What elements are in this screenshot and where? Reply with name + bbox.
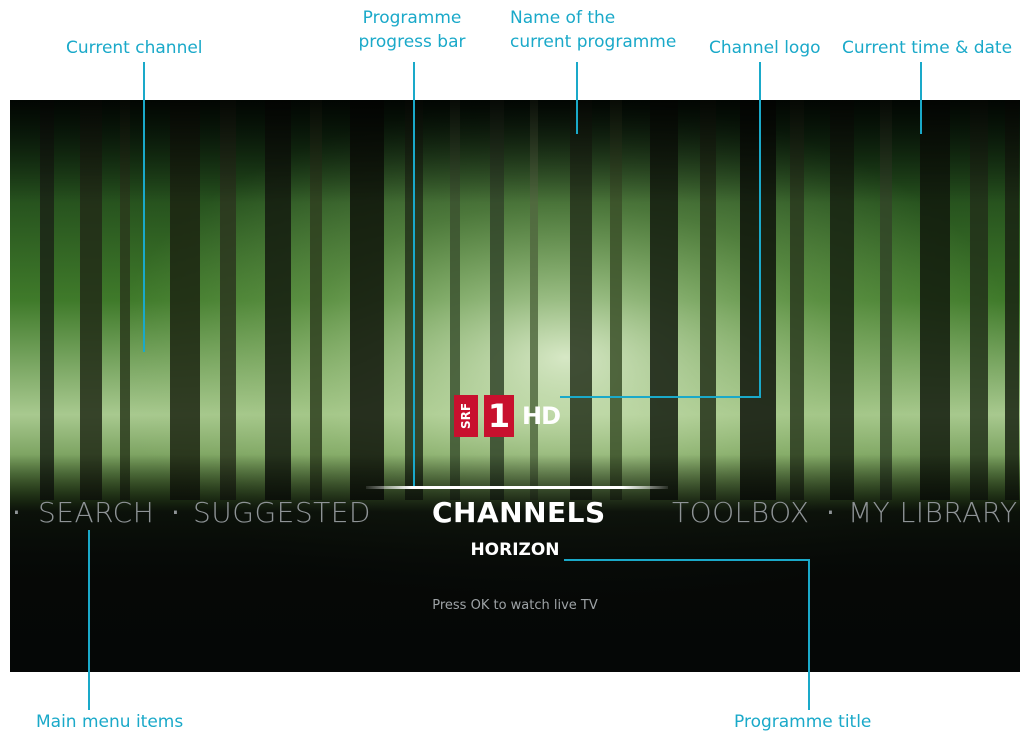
callout-programme-name: Name of the current programme [510,6,676,54]
callout-programme-name-line2: current programme [510,32,677,52]
programme-progress-bar [366,486,668,489]
callout-progress-bar: Programme progress bar [350,6,474,54]
leader-programme-title-v [808,559,810,710]
callout-progress-bar-line1: Programme [362,8,462,28]
callout-progress-bar-line2: progress bar [358,32,466,52]
srf-logo-block: SRF [454,395,478,437]
channel-logo: SRF 1 HD [454,393,561,439]
hd-logo: HD [522,402,561,430]
leader-current-channel [143,62,145,352]
callout-programme-name-line1: Name of the [510,8,616,28]
leader-time-date [920,62,922,134]
menu-item-toolbox[interactable]: TOOLBOX [672,494,810,532]
leader-programme-title-h [564,559,810,561]
callout-channel-logo: Channel logo [709,38,821,58]
leader-channel-logo-h [560,396,761,398]
callout-main-menu-items: Main menu items [36,712,184,732]
tv-screen: SRF 1 HD · SEARCH · SUGGESTED CHANNELS T… [10,100,1020,672]
menu-separator: · [826,496,835,529]
programme-title: HORIZON [470,540,560,560]
callout-current-channel: Current channel [66,38,203,58]
watch-live-hint: Press OK to watch live TV [432,598,598,613]
menu-item-my-library[interactable]: MY LIBRARY [848,494,1018,532]
menu-item-search[interactable]: SEARCH [38,494,154,532]
menu-item-channels[interactable]: CHANNELS [432,494,606,532]
menu-item-suggested[interactable]: SUGGESTED [193,494,371,532]
callout-programme-title: Programme title [734,712,872,732]
leader-channel-logo-v [759,62,761,398]
leader-progress-bar [413,62,415,486]
leader-main-menu [88,530,90,710]
forest-background-image [10,100,1020,672]
srf-logo-text: SRF [459,402,473,430]
channel-number-logo: 1 [484,395,514,437]
leader-programme-name [576,62,578,134]
menu-separator: · [12,496,21,529]
callout-time-date: Current time & date [842,38,1013,58]
menu-separator: · [171,496,180,529]
